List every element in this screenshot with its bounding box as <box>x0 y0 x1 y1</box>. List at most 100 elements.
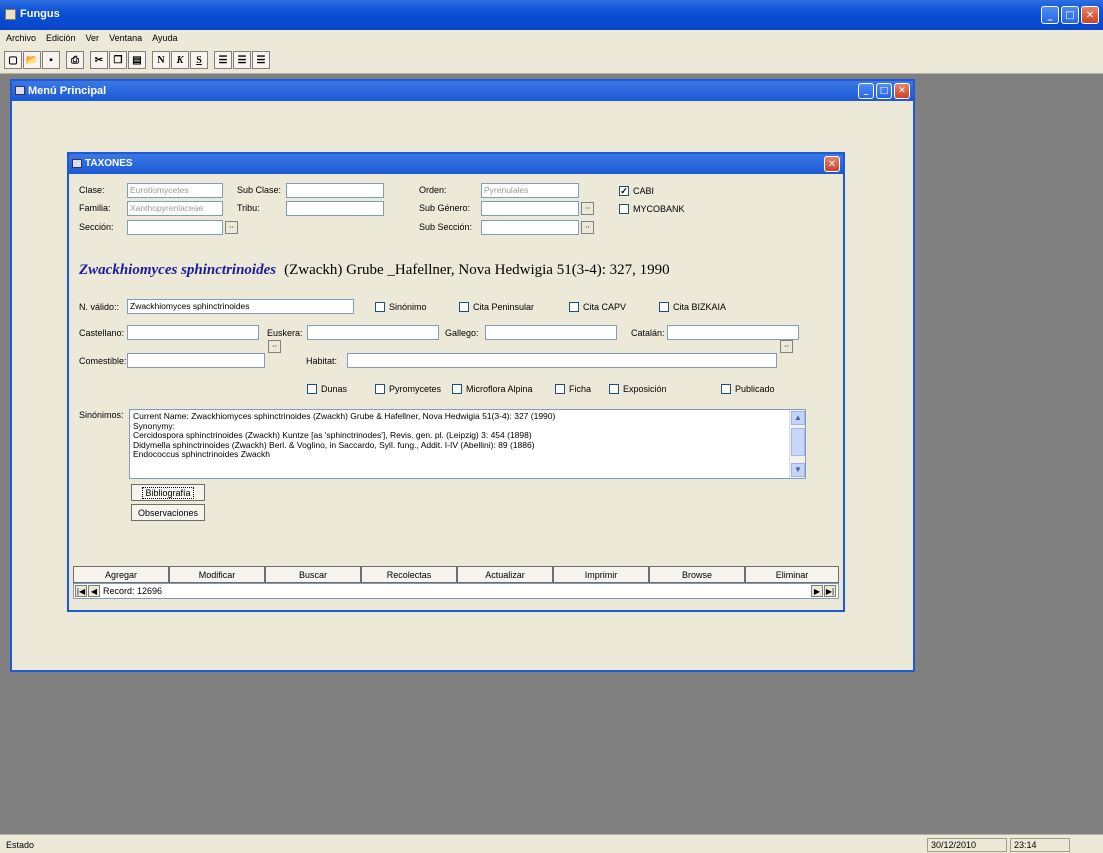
exposicion-checkbox[interactable]: Exposición <box>609 384 667 394</box>
recolectas-button[interactable]: Recolectas <box>361 566 457 583</box>
habitat-input[interactable] <box>347 353 777 368</box>
synonym-line: Endococcus sphinctrinoides Zwackh <box>133 449 271 459</box>
paste-icon[interactable]: ▤ <box>128 51 146 69</box>
orden-input[interactable]: Pyrenulales <box>481 183 579 198</box>
new-file-icon[interactable]: ▢ <box>4 51 22 69</box>
mycobank-checkbox[interactable]: MYCOBANK <box>619 204 685 214</box>
app-titlebar: Fungus _ □ ✕ <box>0 0 1103 30</box>
taxones-title: TAXONES <box>85 158 133 169</box>
catalan-dropdown-button[interactable]: ·· <box>780 340 793 353</box>
menu-ver[interactable]: Ver <box>86 33 100 43</box>
bold-button[interactable]: N <box>152 51 170 69</box>
sinonimo-checkbox[interactable]: Sinónimo <box>375 302 427 312</box>
menu-ventana[interactable]: Ventana <box>109 33 142 43</box>
prev-record-icon[interactable]: ◀ <box>88 585 100 597</box>
last-record-icon[interactable]: ▶| <box>824 585 836 597</box>
species-heading: Zwackhiomyces sphinctrinoides (Zwackh) Gr… <box>79 262 670 279</box>
buscar-button[interactable]: Buscar <box>265 566 361 583</box>
cita-bizkaia-checkbox[interactable]: Cita BIZKAIA <box>659 302 726 312</box>
pyromycetes-checkbox[interactable]: Pyromycetes <box>375 384 441 394</box>
dunas-checkbox[interactable]: Dunas <box>307 384 347 394</box>
subclase-label: Sub Clase: <box>237 185 282 195</box>
bibliografia-button[interactable]: Bibliografía <box>131 484 205 501</box>
scroll-down-icon[interactable]: ▼ <box>791 463 805 477</box>
app-icon <box>5 9 16 20</box>
taxones-dialog: TAXONES ✕ Clase: Eurotiomycetes Sub Clas… <box>67 152 845 612</box>
save-icon[interactable]: ▪ <box>42 51 60 69</box>
child-minimize-button[interactable]: _ <box>858 83 874 99</box>
agregar-button[interactable]: Agregar <box>73 566 169 583</box>
seccion-label: Sección: <box>79 222 114 232</box>
eliminar-button[interactable]: Eliminar <box>745 566 839 583</box>
scroll-up-icon[interactable]: ▲ <box>791 411 805 425</box>
sinonimos-label: Sinónimos: <box>79 410 124 420</box>
names-dropdown-button[interactable]: ·· <box>268 340 281 353</box>
subgenero-label: Sub Género: <box>419 203 471 213</box>
align-right-icon[interactable]: ☰ <box>252 51 270 69</box>
menu-ayuda[interactable]: Ayuda <box>152 33 177 43</box>
open-folder-icon[interactable]: 📂 <box>23 51 41 69</box>
first-record-icon[interactable]: |◀ <box>75 585 87 597</box>
ficha-checkbox[interactable]: Ficha <box>555 384 591 394</box>
clase-label: Clase: <box>79 185 105 195</box>
orden-label: Orden: <box>419 185 447 195</box>
align-center-icon[interactable]: ☰ <box>233 51 251 69</box>
actualizar-button[interactable]: Actualizar <box>457 566 553 583</box>
modificar-button[interactable]: Modificar <box>169 566 265 583</box>
menu-principal-titlebar: Menú Principal _ □ ✕ <box>12 81 913 101</box>
close-button[interactable]: ✕ <box>1081 6 1099 24</box>
seccion-input[interactable] <box>127 220 223 235</box>
species-authority: (Zwackh) Grube _Hafellner, Nova Hedwigia… <box>284 262 670 278</box>
print-icon[interactable]: ⎙ <box>66 51 84 69</box>
child-maximize-button[interactable]: □ <box>876 83 892 99</box>
cut-icon[interactable]: ✂ <box>90 51 108 69</box>
window-icon <box>15 86 25 95</box>
gallego-input[interactable] <box>485 325 617 340</box>
align-left-icon[interactable]: ☰ <box>214 51 232 69</box>
microflora-alpina-checkbox[interactable]: Microflora Alpina <box>452 384 533 394</box>
menu-edicion[interactable]: Edición <box>46 33 76 43</box>
subseccion-label: Sub Sección: <box>419 222 473 232</box>
scroll-thumb[interactable] <box>791 428 805 456</box>
toolbar: ▢ 📂 ▪ ⎙ ✂ ❐ ▤ N K S ☰ ☰ ☰ <box>0 46 1103 74</box>
next-record-icon[interactable]: ▶ <box>811 585 823 597</box>
copy-icon[interactable]: ❐ <box>109 51 127 69</box>
cita-capv-checkbox[interactable]: Cita CAPV <box>569 302 626 312</box>
minimize-button[interactable]: _ <box>1041 6 1059 24</box>
tribu-input[interactable] <box>286 201 384 216</box>
cabi-checkbox[interactable]: ✓ CABI <box>619 186 654 196</box>
menu-principal-title: Menú Principal <box>28 85 107 97</box>
seccion-dropdown-button[interactable]: ·· <box>225 221 238 234</box>
synonyms-scrollbar[interactable]: ▲ ▼ <box>789 410 805 478</box>
status-text: Estado <box>6 840 35 850</box>
euskera-input[interactable] <box>307 325 439 340</box>
subgenero-dropdown-button[interactable]: ·· <box>581 202 594 215</box>
cita-peninsular-checkbox[interactable]: Cita Peninsular <box>459 302 534 312</box>
subclase-input[interactable] <box>286 183 384 198</box>
maximize-button[interactable]: □ <box>1061 6 1079 24</box>
imprimir-button[interactable]: Imprimir <box>553 566 649 583</box>
valid-name-label: N. válido:: <box>79 302 120 312</box>
italic-button[interactable]: K <box>171 51 189 69</box>
clase-input[interactable]: Eurotiomycetes <box>127 183 223 198</box>
subseccion-input[interactable] <box>481 220 579 235</box>
publicado-checkbox[interactable]: Publicado <box>721 384 775 394</box>
catalan-input[interactable] <box>667 325 799 340</box>
subseccion-dropdown-button[interactable]: ·· <box>581 221 594 234</box>
habitat-label: Habitat: <box>306 356 338 366</box>
browse-button[interactable]: Browse <box>649 566 745 583</box>
menu-archivo[interactable]: Archivo <box>6 33 36 43</box>
record-counter: Record: 12696 <box>103 586 163 596</box>
child-close-button[interactable]: ✕ <box>894 83 910 99</box>
taxones-close-button[interactable]: ✕ <box>824 156 840 172</box>
synonyms-textarea[interactable]: Current Name: Zwackhiomyces sphinctrinoi… <box>129 409 806 479</box>
underline-button[interactable]: S <box>190 51 208 69</box>
castellano-input[interactable] <box>127 325 259 340</box>
subgenero-input[interactable] <box>481 201 579 216</box>
observaciones-button[interactable]: Observaciones <box>131 504 205 521</box>
comestible-input[interactable] <box>127 353 265 368</box>
valid-name-input[interactable]: Zwackhiomyces sphinctrinoides <box>127 299 354 314</box>
familia-input[interactable]: Xanthopyreniaceae <box>127 201 223 216</box>
record-navigator: |◀ ◀ Record: 12696 ▶ ▶| <box>73 583 839 599</box>
status-time: 23:14 <box>1010 838 1070 852</box>
